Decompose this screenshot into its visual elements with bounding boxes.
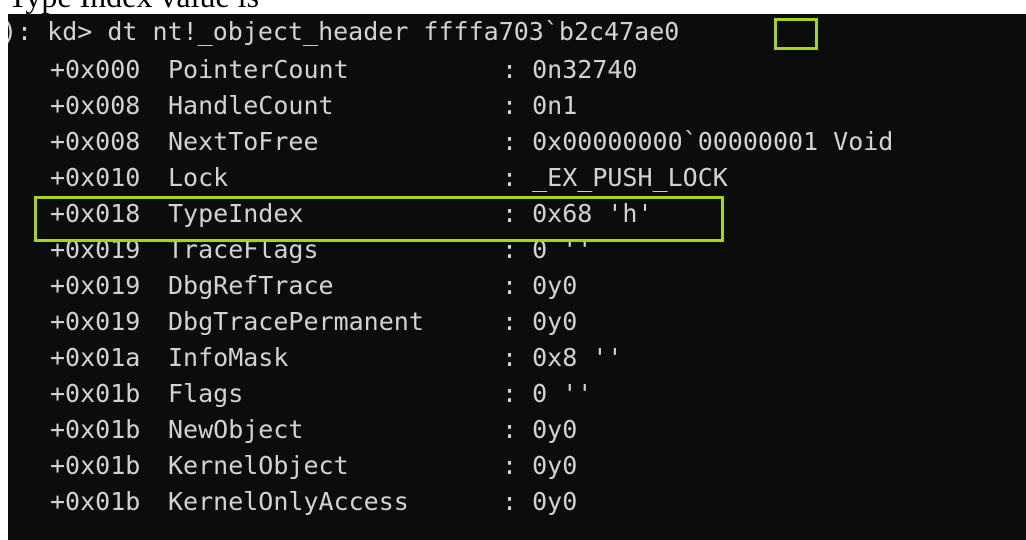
field-value: 0x68 'h'	[532, 199, 653, 228]
field-offset: +0x01b	[50, 451, 141, 480]
caption-strip: Type Index value is	[0, 0, 1026, 14]
field-offset: +0x010	[50, 163, 141, 192]
field-separator: :	[502, 307, 518, 336]
field-offset: +0x008	[50, 127, 141, 156]
field-value: 0 ''	[532, 379, 593, 408]
field-offset: +0x01b	[50, 487, 141, 516]
field-row-handlecount: +0x008 HandleCount: 0n1	[50, 88, 577, 124]
command-prompt-line: ): kd> dt nt!_object_header ffffa703`b2c…	[8, 17, 680, 46]
field-separator: :	[502, 91, 518, 120]
field-separator: :	[502, 55, 518, 84]
field-name: DbgTracePermanent	[168, 307, 424, 336]
field-row-pointercount: +0x000 PointerCount: 0n32740	[50, 52, 637, 88]
field-name: PointerCount	[168, 55, 349, 84]
field-separator: :	[502, 379, 518, 408]
field-value: 0y0	[532, 415, 578, 444]
field-name: DbgRefTrace	[168, 271, 334, 300]
field-value: 0n1	[532, 91, 578, 120]
field-name: TypeIndex	[168, 199, 304, 228]
field-row-traceflags: +0x019 TraceFlags: 0 ''	[50, 232, 592, 268]
field-value: 0x00000000`00000001 Void	[532, 127, 894, 156]
field-name: InfoMask	[168, 343, 289, 372]
field-offset: +0x019	[50, 307, 141, 336]
field-row-lock: +0x010 Lock: _EX_PUSH_LOCK	[50, 160, 728, 196]
field-row-kernelonlyaccess: +0x01b KernelOnlyAccess: 0y0	[50, 484, 577, 520]
field-offset: +0x01b	[50, 415, 141, 444]
field-row-nexttofree: +0x008 NextToFree: 0x00000000`00000001 Vo…	[50, 124, 893, 160]
field-row-flags: +0x01b Flags: 0 ''	[50, 376, 592, 412]
field-row-typeindex: +0x018 TypeIndex: 0x68 'h'	[50, 196, 653, 232]
field-name: TraceFlags	[168, 235, 319, 264]
field-offset: +0x01b	[50, 379, 141, 408]
field-separator: :	[502, 343, 518, 372]
field-name: Flags	[168, 379, 244, 408]
field-name: Lock	[168, 163, 229, 192]
field-separator: :	[502, 271, 518, 300]
field-separator: :	[502, 163, 518, 192]
field-offset: +0x000	[50, 55, 141, 84]
field-value: 0y0	[532, 271, 578, 300]
field-separator: :	[502, 451, 518, 480]
left-margin	[0, 14, 8, 540]
field-name: NewObject	[168, 415, 304, 444]
field-separator: :	[502, 199, 518, 228]
field-row-newobject: +0x01b NewObject: 0y0	[50, 412, 577, 448]
field-separator: :	[502, 235, 518, 264]
field-value: _EX_PUSH_LOCK	[532, 163, 728, 192]
debugger-console: ): kd> dt nt!_object_header ffffa703`b2c…	[8, 14, 1026, 540]
field-separator: :	[502, 487, 518, 516]
field-row-kernelobject: +0x01b KernelObject: 0y0	[50, 448, 577, 484]
field-name: NextToFree	[168, 127, 319, 156]
address-highlight-box	[774, 18, 818, 50]
field-name: KernelObject	[168, 451, 349, 480]
field-name: KernelOnlyAccess	[168, 487, 409, 516]
field-offset: +0x008	[50, 91, 141, 120]
field-offset: +0x01a	[50, 343, 141, 372]
field-offset: +0x019	[50, 235, 141, 264]
caption-text: Type Index value is	[8, 0, 259, 14]
field-value: 0y0	[532, 487, 578, 516]
field-row-dbgreftrace: +0x019 DbgRefTrace: 0y0	[50, 268, 577, 304]
field-value: 0 ''	[532, 235, 593, 264]
field-value: 0y0	[532, 451, 578, 480]
field-row-infomask: +0x01a InfoMask: 0x8 ''	[50, 340, 622, 376]
field-name: HandleCount	[168, 91, 334, 120]
field-value: 0y0	[532, 307, 578, 336]
field-offset: +0x018	[50, 199, 141, 228]
field-separator: :	[502, 127, 518, 156]
field-value: 0n32740	[532, 55, 638, 84]
field-row-dbgtracepermanent: +0x019 DbgTracePermanent: 0y0	[50, 304, 577, 340]
field-separator: :	[502, 415, 518, 444]
field-offset: +0x019	[50, 271, 141, 300]
field-value: 0x8 ''	[532, 343, 623, 372]
